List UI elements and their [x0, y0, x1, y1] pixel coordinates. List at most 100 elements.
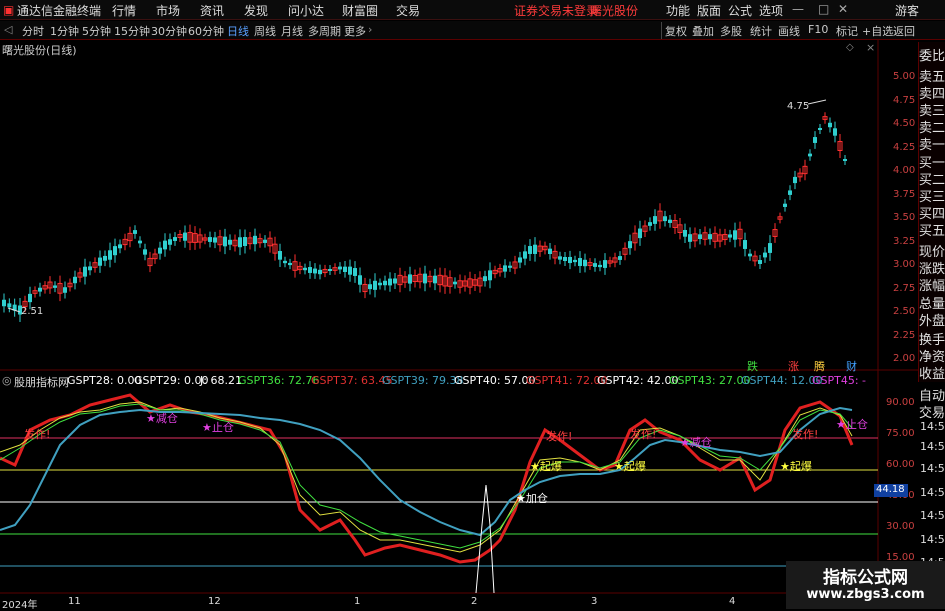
candle-body: [358, 275, 362, 285]
candle-body: [113, 246, 117, 256]
candle-body: [578, 258, 582, 266]
high-pointer: [807, 99, 827, 105]
price-tick: 2.75: [893, 283, 916, 294]
candle-body: [523, 251, 527, 259]
indicator-value: GSPT36: 72.76: [238, 374, 320, 387]
mark-die: 跌: [747, 360, 758, 373]
signal-fazuo: 发作!: [546, 430, 573, 443]
candle-body: [483, 276, 487, 282]
candle-body: [308, 267, 312, 273]
candle-body: [368, 284, 372, 290]
quote-pct[interactable]: 涨幅: [919, 275, 945, 294]
candle-body: [168, 239, 172, 245]
candle-body: [138, 240, 142, 244]
candle-body: [338, 266, 342, 270]
signal-qibao: ★起爆: [614, 460, 646, 473]
candle-body: [98, 257, 102, 266]
candle-body: [508, 265, 512, 268]
candle-group: [2, 99, 847, 323]
signal-jiancang: ★减仓: [680, 436, 712, 449]
candle-body: [343, 266, 347, 272]
time-tick: 14:56: [920, 462, 945, 475]
indicator-value: J: 68.21: [200, 374, 242, 387]
candle-body: [253, 235, 257, 245]
quote-trade[interactable]: 交易: [919, 402, 945, 421]
candle-body: [228, 239, 232, 245]
mark-zhang: 涨: [788, 360, 799, 373]
candle-body: [583, 259, 587, 267]
time-tick: 14:56: [920, 486, 945, 499]
candle-body: [223, 236, 227, 247]
candle-body: [573, 259, 577, 263]
indicator-yellow-line: [0, 401, 853, 553]
candle-body: [813, 137, 817, 143]
candle-body: [748, 253, 752, 257]
time-tick: 14:56: [920, 533, 945, 546]
low-price-label: 2.51: [21, 306, 44, 317]
candle-body: [783, 203, 787, 207]
candle-body: [453, 281, 457, 285]
kline-chart[interactable]: [0, 0, 945, 609]
price-tick: 2.25: [893, 330, 916, 341]
indicator-value: GSPT29: 0.00: [134, 374, 209, 387]
candle-body: [563, 256, 567, 262]
candle-body: [668, 219, 672, 223]
candle-body: [688, 234, 692, 242]
quote-weibi[interactable]: 委比: [919, 45, 945, 64]
candle-body: [843, 158, 847, 162]
indicator-tick: 30.00: [886, 521, 915, 532]
candle-body: [83, 266, 87, 277]
indicator-value: GSPT44: 12.00: [741, 374, 823, 387]
date-tick: 2: [471, 596, 478, 607]
watermark-title: 指标公式网: [823, 568, 908, 588]
current-indicator-value: 44.18: [874, 484, 908, 497]
watermark: 指标公式网 www.zbgs3.com: [786, 561, 945, 609]
candle-body: [143, 249, 147, 255]
candle-body: [698, 234, 702, 240]
candle-body: [288, 262, 292, 266]
candle-body: [558, 256, 562, 260]
candle-body: [378, 282, 382, 286]
candle-body: [108, 250, 112, 260]
candle-body: [328, 268, 332, 272]
candle-body: [238, 237, 242, 248]
candle-body: [648, 222, 652, 226]
indicator-menu-icon[interactable]: ◎: [2, 374, 12, 387]
candle-body: [73, 276, 77, 284]
candle-body: [63, 287, 67, 293]
candle-body: [393, 278, 397, 284]
indicator-name[interactable]: 股朋指标网: [14, 374, 69, 390]
quote-outer[interactable]: 外盘: [919, 310, 945, 329]
price-tick: 4.50: [893, 118, 916, 129]
quote-earning[interactable]: 收益: [919, 363, 945, 382]
candle-body: [528, 246, 532, 254]
quote-sell1[interactable]: 卖一: [919, 134, 945, 153]
date-tick: 1: [354, 596, 361, 607]
candle-body: [683, 229, 687, 237]
candle-body: [818, 127, 822, 131]
candle-body: [318, 269, 322, 275]
mark-cai: 财: [846, 360, 857, 373]
candle-body: [788, 190, 792, 195]
time-tick: 14:56: [920, 440, 945, 453]
candle-body: [763, 252, 767, 258]
mark-teng: 腾: [814, 360, 825, 373]
high-price-label: 4.75: [787, 101, 810, 112]
candle-body: [568, 256, 572, 264]
price-tick: 4.25: [893, 142, 916, 153]
candle-body: [708, 234, 712, 240]
candle-body: [653, 216, 657, 224]
date-tick: 12: [208, 596, 221, 607]
quote-buy5[interactable]: 买五: [919, 220, 945, 239]
indicator-value: GSPT45: -: [812, 374, 867, 387]
candle-body: [7, 303, 12, 308]
price-tick: 5.00: [893, 71, 916, 82]
candle-body: [213, 237, 217, 243]
indicator-tick: 75.00: [886, 428, 915, 439]
price-tick: 4.00: [893, 165, 916, 176]
candle-body: [278, 251, 282, 260]
indicator-value: GSPT40: 57.00: [454, 374, 536, 387]
candle-body: [388, 278, 392, 286]
date-tick: 4: [729, 596, 736, 607]
signal-zhicang: ★止仓: [836, 418, 868, 431]
